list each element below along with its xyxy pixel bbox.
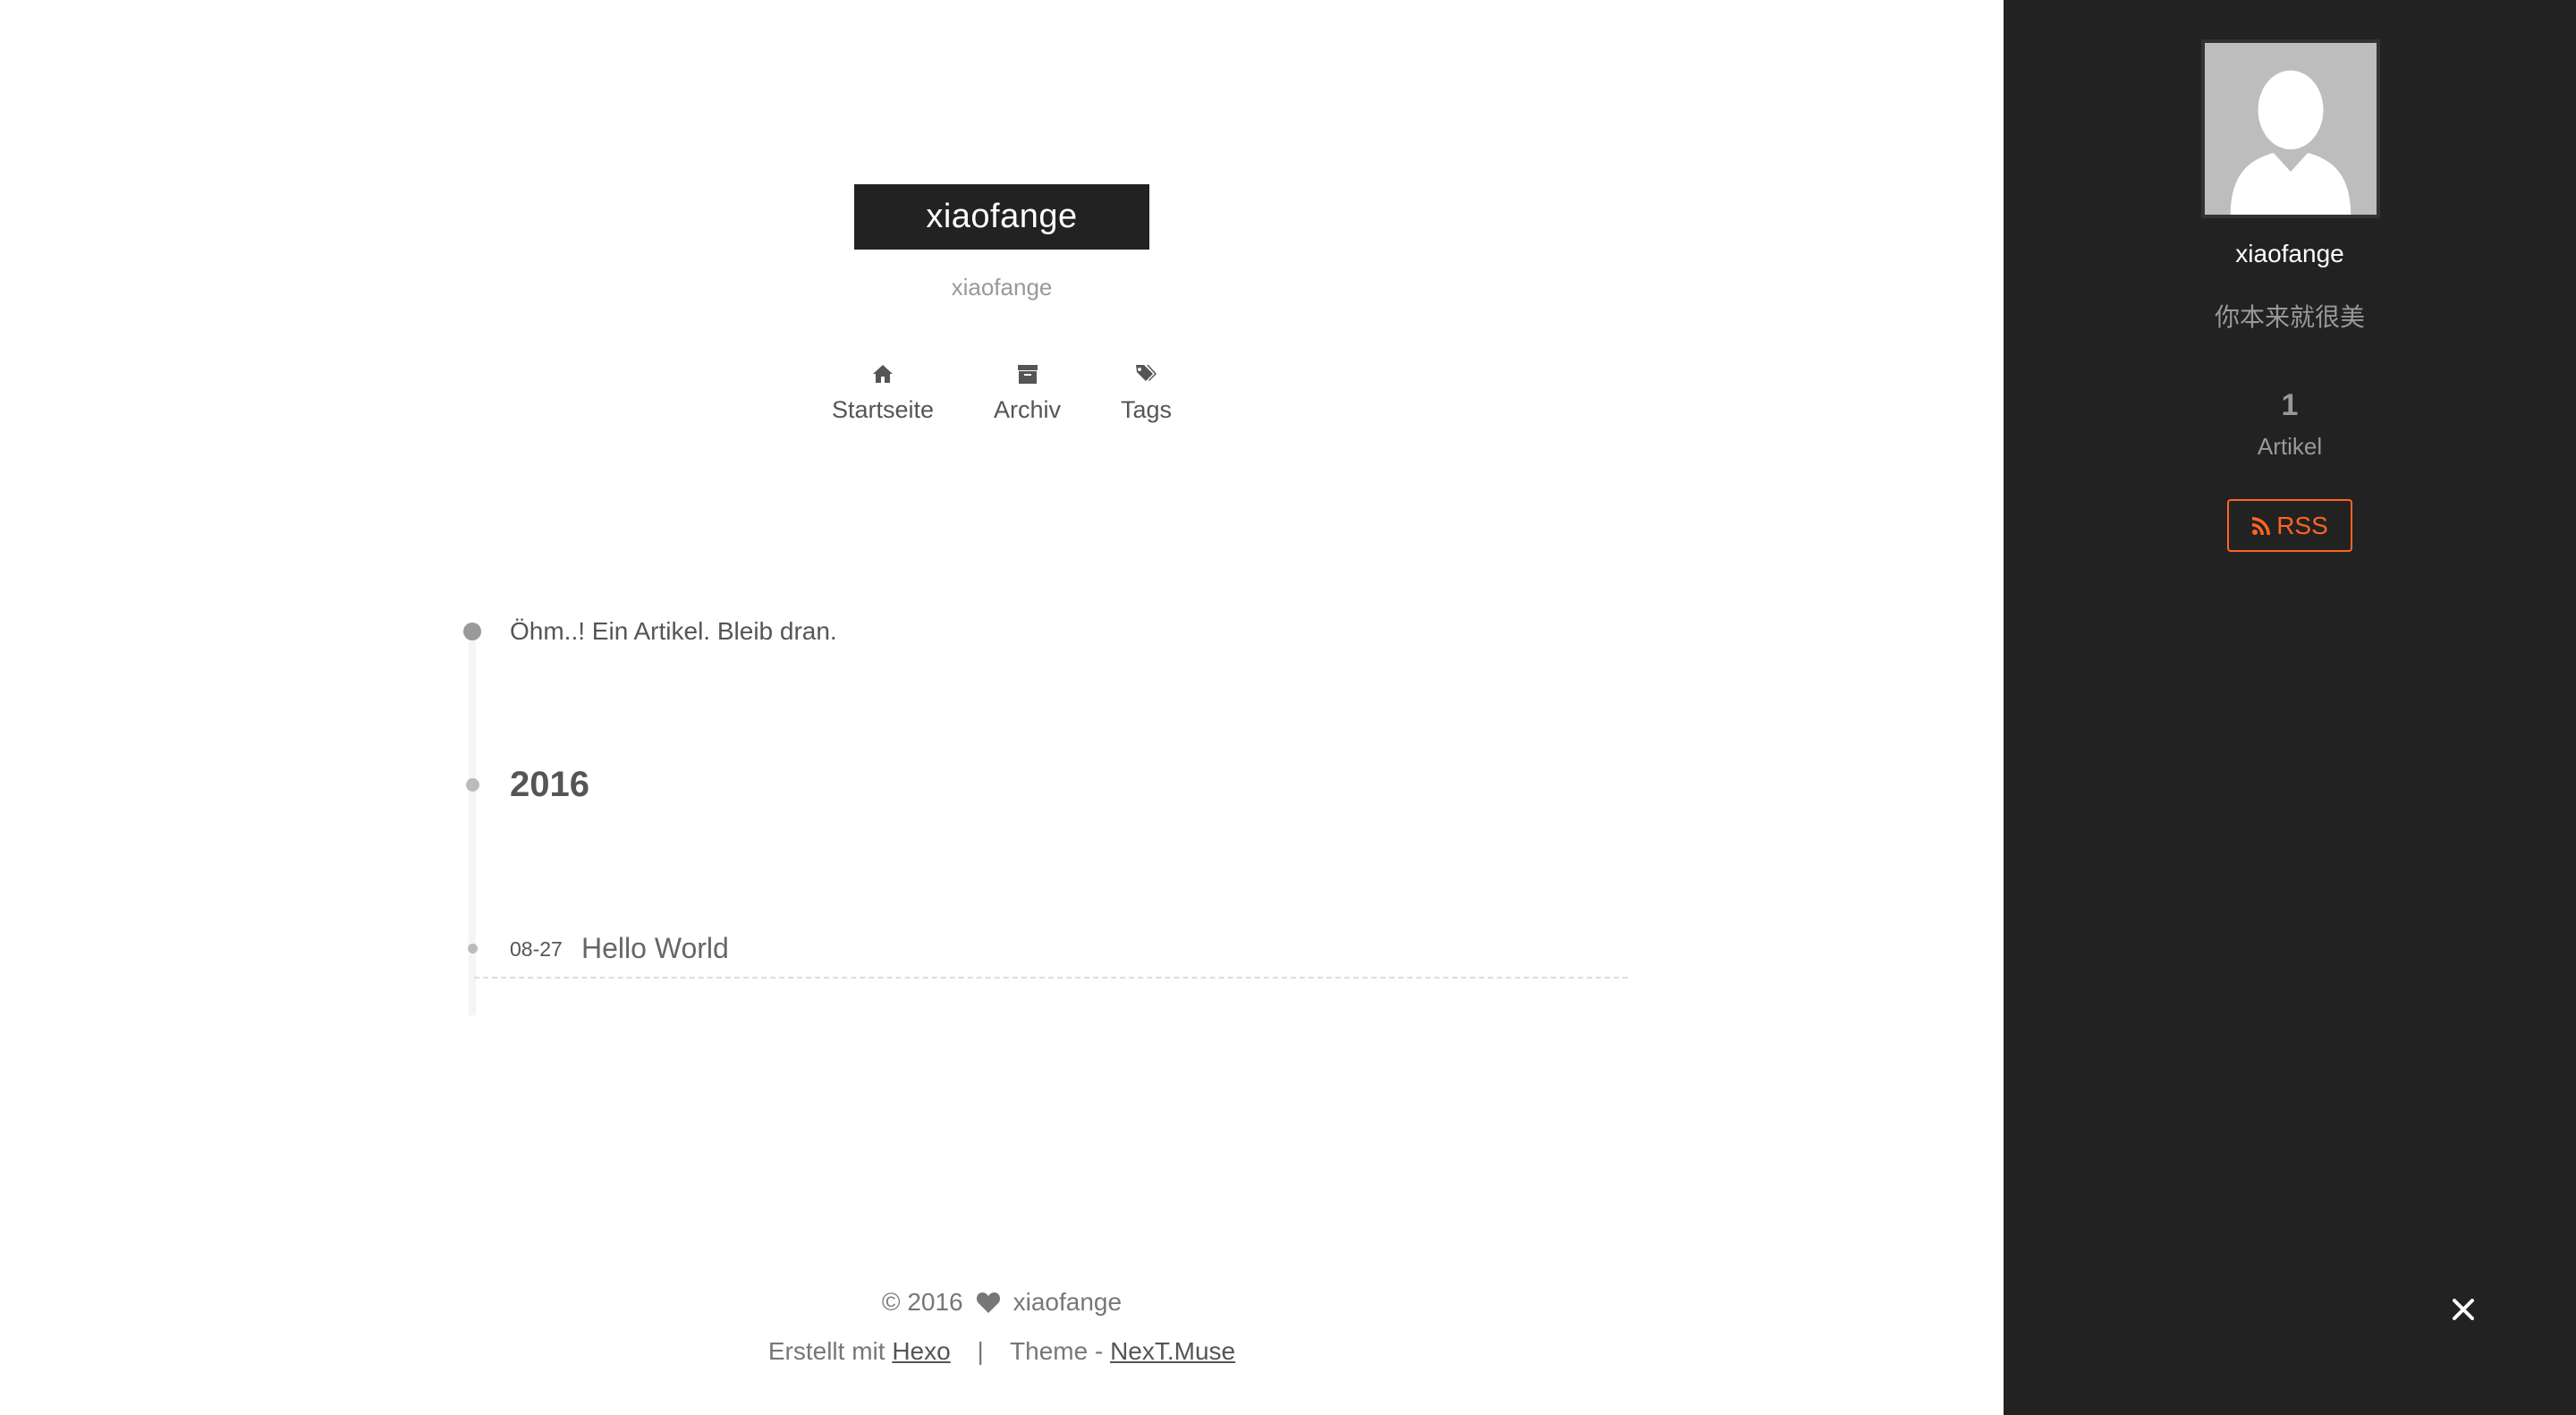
tags-icon — [1136, 365, 1157, 381]
menu-item-archiv[interactable]: Archiv — [994, 362, 1061, 447]
post-divider — [474, 977, 1628, 979]
theme-link[interactable]: NexT.Muse — [1110, 1337, 1235, 1365]
timeline-year: 2016 — [510, 765, 589, 804]
timeline-dot-post — [468, 944, 478, 953]
home-icon — [873, 365, 894, 383]
menu-item-startseite[interactable]: Startseite — [832, 362, 934, 447]
theme-prefix-text: Theme - — [1010, 1337, 1104, 1365]
close-sidebar-button[interactable] — [2449, 1295, 2478, 1324]
archive-icon — [1017, 365, 1038, 384]
rss-label: RSS — [2276, 511, 2328, 539]
timeline-intro: Öhm..! Ein Artikel. Bleib dran. — [510, 617, 837, 645]
menu-label-archiv: Archiv — [994, 396, 1062, 423]
timeline-line — [469, 631, 476, 1015]
footer-separator: | — [977, 1337, 984, 1365]
menu-label-tags: Tags — [1120, 396, 1172, 423]
sidebar-description: 你本来就很美 — [2214, 303, 2365, 331]
sidebar-author-name: xiaofange — [2235, 240, 2344, 267]
hexo-link[interactable]: Hexo — [892, 1337, 950, 1365]
site-title-text: xiaofange — [926, 198, 1078, 235]
footer-copyright: © 2016 xiaofange — [805, 1288, 1199, 1317]
copyright-text: © 2016 — [881, 1288, 963, 1316]
footer-author: xiaofange — [1013, 1288, 1123, 1316]
menu-item-tags[interactable]: Tags — [1121, 362, 1172, 447]
heart-icon — [976, 1292, 1000, 1313]
site-subtitle: xiaofange — [951, 274, 1053, 301]
close-icon — [2453, 1299, 2474, 1320]
rss-icon — [2252, 516, 2271, 535]
post-title-link[interactable]: Hello World — [581, 932, 729, 965]
timeline-dot-intro — [463, 623, 481, 640]
site-title[interactable]: xiaofange — [854, 184, 1149, 250]
footer-powered: Erstellt mit Hexo | Theme - NexT.Muse — [716, 1337, 1288, 1366]
user-avatar-icon — [2201, 39, 2380, 218]
menu-label-startseite: Startseite — [832, 396, 935, 423]
built-with-text: Erstellt mit — [767, 1337, 886, 1365]
main-menu: Startseite Archiv Tags — [832, 362, 1172, 447]
rss-button[interactable]: RSS — [2227, 499, 2352, 552]
sidebar: xiaofange 你本来就很美 1 Artikel RSS — [2004, 0, 2576, 1415]
main-content: xiaofange xiaofange Startseite Archiv Ta… — [0, 0, 2004, 1415]
posts-count[interactable]: 1 — [2004, 388, 2576, 423]
post-date: 08-27 — [510, 937, 563, 961]
timeline-dot-year — [466, 778, 479, 792]
posts-count-label[interactable]: Artikel — [2004, 433, 2576, 461]
